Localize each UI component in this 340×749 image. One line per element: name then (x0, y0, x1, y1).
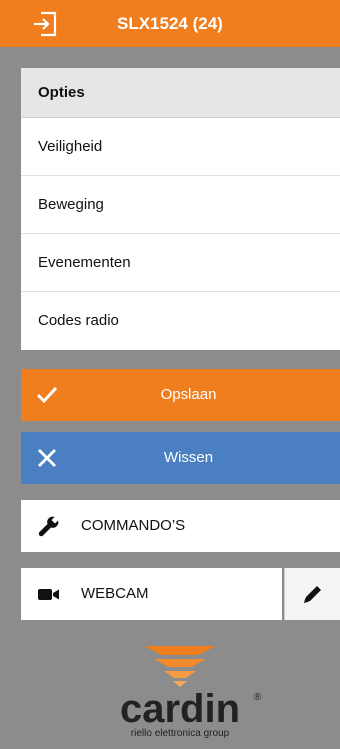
commands-button[interactable]: COMMANDO’S (21, 500, 340, 552)
options-menu: Opties Veiligheid Beweging Evenementen C… (21, 68, 340, 350)
commands-label: COMMANDO’S (81, 517, 186, 534)
save-label: Opslaan (160, 386, 217, 403)
svg-text:cardin: cardin (120, 687, 240, 731)
clear-button[interactable]: Wissen (21, 432, 340, 484)
menu-item-evenementen[interactable]: Evenementen (21, 234, 340, 292)
options-heading: Opties (21, 68, 340, 118)
menu-item-veiligheid[interactable]: Veiligheid (21, 118, 340, 176)
webcam-button[interactable]: WEBCAM (21, 568, 282, 620)
clear-label: Wissen (163, 449, 214, 466)
svg-text:®: ® (254, 692, 262, 703)
cardin-logo: cardin ® riello elettronica group (120, 646, 262, 739)
exit-icon[interactable] (31, 10, 59, 38)
video-camera-icon (38, 589, 59, 600)
save-button[interactable]: Opslaan (21, 369, 340, 421)
wrench-icon (38, 516, 59, 537)
app-header: SLX1524 (24) (0, 0, 340, 47)
menu-item-beweging[interactable]: Beweging (21, 176, 340, 234)
svg-text:riello elettronica group: riello elettronica group (131, 728, 230, 739)
pencil-icon (304, 586, 321, 603)
webcam-label: WEBCAM (81, 585, 149, 602)
menu-item-codes-radio[interactable]: Codes radio (21, 292, 340, 350)
device-title: SLX1524 (24) (117, 14, 223, 33)
edit-webcam-button[interactable] (284, 568, 340, 620)
